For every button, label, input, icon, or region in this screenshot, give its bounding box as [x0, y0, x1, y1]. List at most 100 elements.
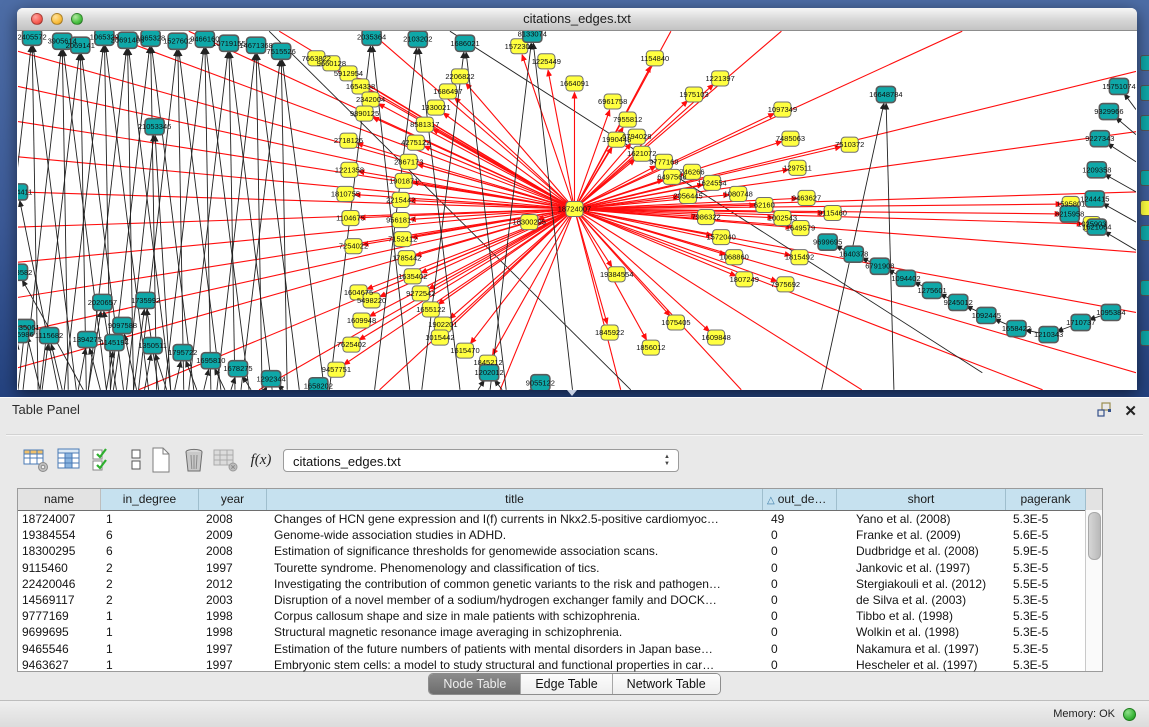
graph-node-label: 1275601: [917, 286, 946, 295]
window-zoom-button[interactable]: [71, 13, 83, 25]
table-panel: Table Panel ✕: [0, 397, 1149, 701]
header-scrollbar-corner: [1086, 489, 1102, 510]
table-row[interactable]: 977716911998Corpus callosum shape and si…: [18, 608, 1102, 624]
column-header-name[interactable]: name: [18, 489, 101, 510]
graph-node-label: 1104675: [336, 214, 365, 223]
graph-node-label: 9329966: [1094, 107, 1123, 116]
float-panel-icon[interactable]: [1097, 402, 1112, 422]
graph-node-label: 2867173: [394, 157, 423, 166]
graph-node-label: 1002543: [768, 214, 797, 223]
delete-table-icon[interactable]: [180, 446, 208, 474]
cell-pagerank: 5.9E-5: [1006, 543, 1086, 559]
graph-node-label: 1527602: [163, 37, 192, 46]
graph-node-label: 1785442: [392, 254, 421, 263]
cell-in_degree: 1: [101, 624, 199, 640]
network-canvas[interactable]: 1872400722068221686497133002185813174275…: [18, 31, 1136, 390]
cell-title: Genome-wide association studies in ADHD.: [267, 527, 763, 543]
graph-node-label: 1664091: [560, 79, 589, 88]
network-graph: 1872400722068221686497133002185813174275…: [18, 31, 1136, 390]
graph-node-label: 9055122: [526, 378, 555, 387]
graph-node-label: 1097349: [768, 105, 797, 114]
cell-short: Jankovic et al. (1997): [837, 560, 1006, 576]
column-header-year[interactable]: year: [199, 489, 267, 510]
graph-edge: [478, 380, 484, 389]
memory-status-label: Memory: OK: [1053, 701, 1115, 727]
cell-out_degree: 49: [763, 511, 837, 527]
cell-short: Dudbridge et al. (2008): [837, 543, 1006, 559]
new-table-icon[interactable]: [147, 446, 175, 474]
table-settings-icon[interactable]: [22, 446, 50, 474]
background-node-fragment: [1140, 330, 1149, 346]
graph-node-label: 1244415: [1080, 194, 1109, 203]
graph-node-label: 9699695: [813, 238, 842, 247]
graph-window[interactable]: citations_edges.txt 18724007220682216864…: [17, 8, 1137, 390]
graph-node-label: 1845922: [595, 328, 624, 337]
column-header-in-degree[interactable]: in_degree: [101, 489, 199, 510]
graph-edge: [241, 60, 280, 390]
graph-node-label: 19384554: [600, 270, 633, 279]
graph-window-titlebar[interactable]: citations_edges.txt: [17, 8, 1137, 31]
graph-edge: [62, 50, 68, 390]
table-panel-title: Table Panel: [0, 398, 1149, 422]
table-row[interactable]: 946362711997Embryonic stem cells: a mode…: [18, 657, 1102, 673]
graph-edge: [206, 48, 249, 390]
column-header-title[interactable]: title: [267, 489, 763, 510]
table-source-dropdown[interactable]: citations_edges.txt ▲▼: [283, 449, 679, 472]
window-close-button[interactable]: [31, 13, 43, 25]
table-row[interactable]: 1872400712008Changes of HCN gene express…: [18, 511, 1102, 527]
graph-edge: [18, 337, 24, 390]
cell-short: de Silva et al. (2003): [837, 592, 1006, 608]
graph-node-label: 1221358: [335, 165, 364, 174]
cell-pagerank: 5.3E-5: [1006, 560, 1086, 576]
graph-node-label: 2035364: [357, 33, 386, 42]
graph-node-label: 1695810: [196, 356, 225, 365]
graph-node-label: 1154840: [640, 54, 669, 63]
column-header-out-degree[interactable]: △out_de…: [763, 489, 837, 510]
cell-pagerank: 5.3E-5: [1006, 641, 1086, 657]
graph-node-label: 1635402: [398, 272, 427, 281]
cell-in_degree: 1: [101, 511, 199, 527]
table-row[interactable]: 1830029562008Estimation of significance …: [18, 543, 1102, 559]
panel-splitter-handle[interactable]: [567, 390, 577, 396]
graph-node-label: 1815492: [785, 253, 814, 262]
function-builder-icon[interactable]: f(x): [246, 446, 276, 474]
table-row[interactable]: 2242004622012Investigating the contribut…: [18, 576, 1102, 592]
select-all-icon[interactable]: [91, 446, 119, 474]
graph-edge: [500, 209, 574, 390]
cell-title: Changes of HCN gene expression and I(f) …: [267, 511, 763, 527]
graph-edge: [229, 52, 235, 390]
graph-node-label: 9890125: [350, 109, 379, 118]
cell-year: 1997: [199, 560, 267, 576]
background-node-fragment: [1140, 55, 1149, 71]
graph-node-label: 1210343: [1034, 330, 1063, 339]
tab-network-table[interactable]: Network Table: [613, 674, 720, 694]
tab-node-table[interactable]: Node Table: [429, 674, 521, 694]
cell-short: Hescheler et al. (1997): [837, 657, 1006, 673]
graph-node-label: 1845212: [473, 358, 502, 367]
column-header-short[interactable]: short: [837, 489, 1006, 510]
table-row[interactable]: 969969511998Structural magnetic resonanc…: [18, 624, 1102, 640]
table-row[interactable]: 1938455462009Genome-wide association stu…: [18, 527, 1102, 543]
cell-pagerank: 5.3E-5: [1006, 657, 1086, 673]
table-vertical-scrollbar[interactable]: [1085, 510, 1102, 671]
close-panel-icon[interactable]: ✕: [1124, 404, 1137, 420]
graph-node-label: 1735992: [131, 296, 160, 305]
window-minimize-button[interactable]: [51, 13, 63, 25]
tab-edge-table[interactable]: Edge Table: [521, 674, 612, 694]
cell-name: 9699695: [18, 624, 101, 640]
column-header-pagerank[interactable]: pagerank: [1006, 489, 1086, 510]
scrollbar-thumb[interactable]: [1088, 512, 1101, 560]
row-height-icon[interactable]: [122, 446, 150, 474]
cell-year: 2012: [199, 576, 267, 592]
table-row[interactable]: 1456911722003Disruption of a novel membe…: [18, 592, 1102, 608]
graph-node-label: 9245012: [944, 298, 973, 307]
graph-node-label: 7625402: [337, 340, 366, 349]
table-row[interactable]: 946554611997Estimation of the future num…: [18, 641, 1102, 657]
graph-edge: [359, 209, 574, 340]
graph-node-label: 2206822: [445, 72, 474, 81]
table-row[interactable]: 911546021997Tourette syndrome. Phenomeno…: [18, 560, 1102, 576]
graph-node-label: 6794028: [622, 132, 651, 141]
cell-year: 2008: [199, 543, 267, 559]
show-columns-icon[interactable]: [56, 446, 84, 474]
background-node-fragment: [1140, 280, 1149, 296]
